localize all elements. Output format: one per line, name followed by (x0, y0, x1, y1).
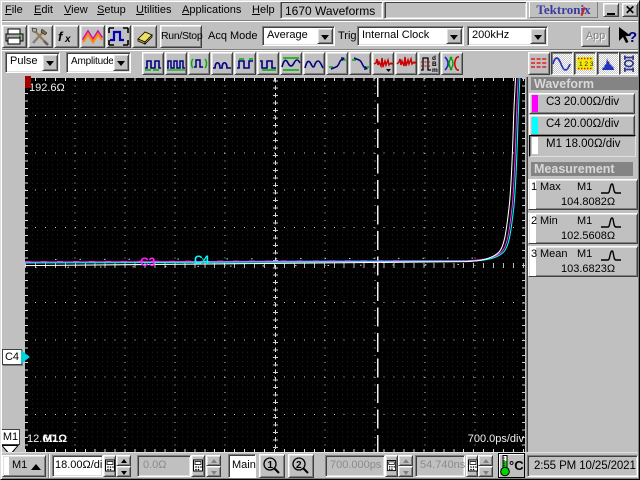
svg-text:1: 1 (268, 460, 274, 471)
svg-text:1 2 3: 1 2 3 (579, 61, 594, 68)
svg-text:?: ? (628, 29, 637, 46)
svg-text:m: m (432, 67, 438, 74)
svg-text:f: f (58, 29, 64, 44)
svg-text:x: x (64, 34, 71, 45)
svg-text:2: 2 (296, 460, 302, 471)
